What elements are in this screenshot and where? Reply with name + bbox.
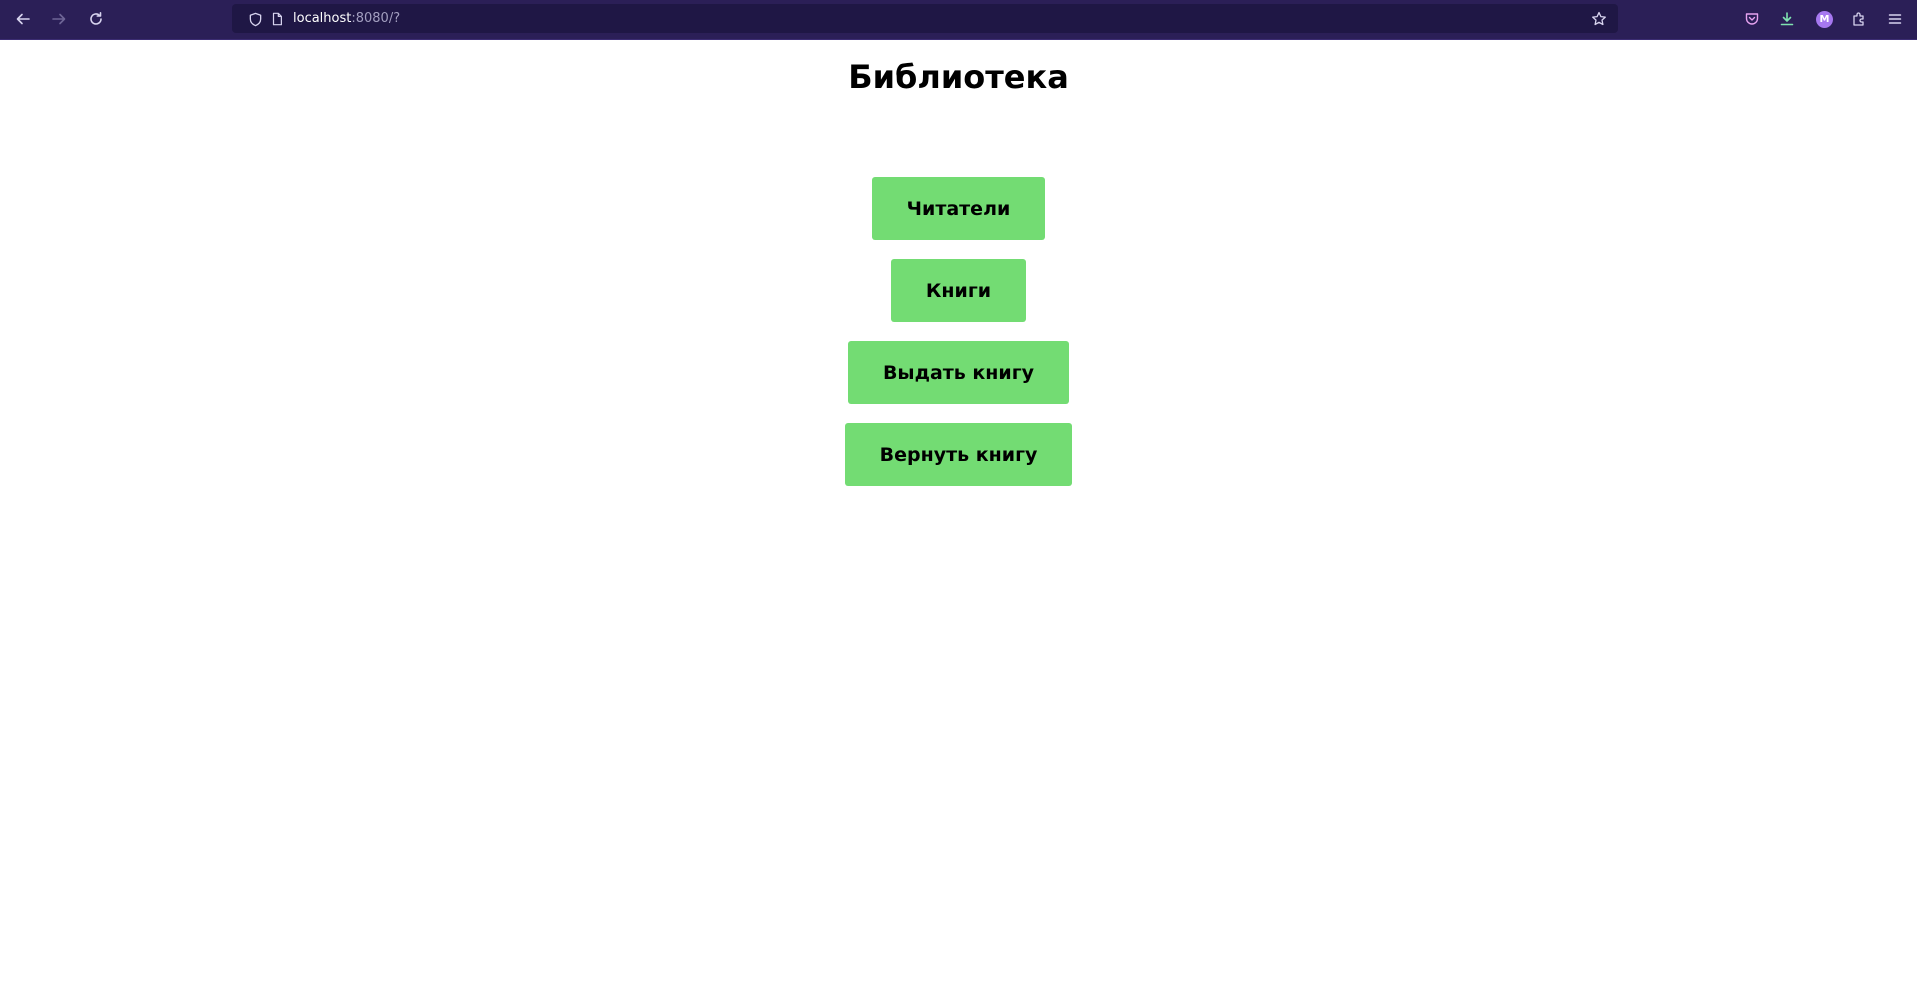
download-icon [1780, 12, 1794, 26]
url-host: localhost [293, 11, 352, 26]
extensions-button[interactable] [1846, 6, 1872, 32]
issue-book-button[interactable]: Выдать книгу [847, 341, 1070, 404]
browser-toolbar: localhost:8080/? M [0, 0, 1917, 40]
reload-button[interactable] [83, 6, 109, 32]
star-icon[interactable] [1591, 11, 1607, 27]
url-bar[interactable]: localhost:8080/? [232, 4, 1618, 33]
main-menu: Читатели Книги Выдать книгу Вернуть книг… [0, 177, 1917, 486]
url-text[interactable]: localhost:8080/? [293, 10, 400, 27]
page-icon[interactable] [269, 11, 285, 27]
pocket-button[interactable] [1739, 6, 1765, 32]
books-button[interactable]: Книги [890, 259, 1027, 322]
hamburger-menu-icon [1888, 14, 1902, 24]
forward-arrow-icon [52, 13, 66, 25]
back-button[interactable] [10, 6, 36, 32]
app-menu-button[interactable] [1882, 6, 1908, 32]
return-book-button[interactable]: Вернуть книгу [844, 423, 1073, 486]
reload-icon [90, 12, 102, 25]
pocket-icon [1745, 13, 1759, 25]
profile-avatar[interactable]: M [1816, 11, 1833, 28]
url-path: :8080/? [351, 11, 401, 26]
page-title: Библиотека [848, 58, 1069, 96]
shield-icon[interactable] [247, 11, 263, 27]
download-button[interactable] [1774, 6, 1800, 32]
back-arrow-icon [16, 13, 30, 25]
extensions-icon [1853, 12, 1864, 26]
forward-button[interactable] [46, 6, 72, 32]
readers-button[interactable]: Читатели [871, 177, 1046, 240]
